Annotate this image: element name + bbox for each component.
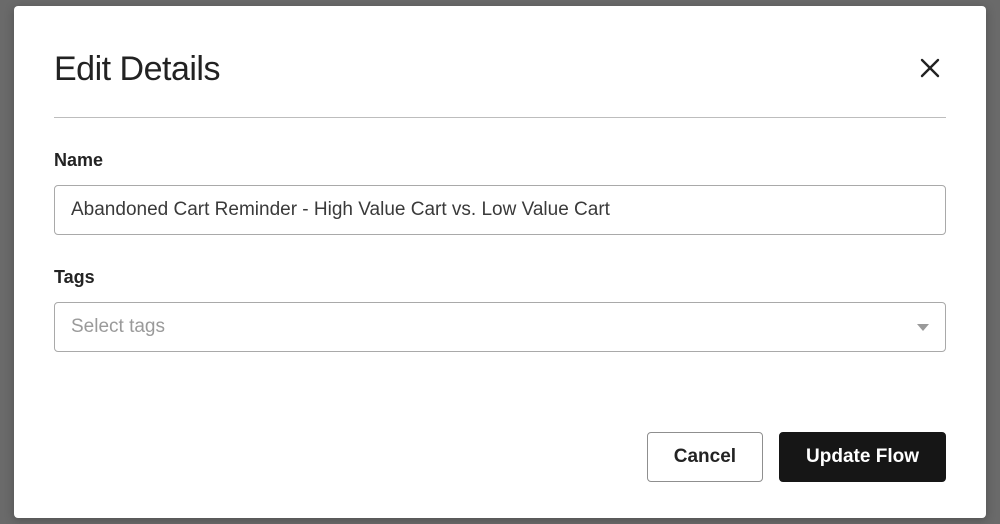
name-input[interactable]	[54, 185, 946, 235]
update-flow-button[interactable]: Update Flow	[779, 432, 946, 482]
name-field-group: Name	[54, 150, 946, 235]
tags-select[interactable]: Select tags	[54, 302, 946, 352]
name-label: Name	[54, 150, 946, 171]
close-button[interactable]	[914, 52, 946, 87]
tags-field-group: Tags Select tags	[54, 267, 946, 352]
modal-header: Edit Details	[54, 50, 946, 118]
edit-details-modal: Edit Details Name Tags Select tags	[14, 6, 986, 518]
modal-backdrop: Edit Details Name Tags Select tags	[0, 0, 1000, 524]
tags-label: Tags	[54, 267, 946, 288]
chevron-down-icon	[917, 324, 929, 331]
cancel-button[interactable]: Cancel	[647, 432, 763, 482]
modal-title: Edit Details	[54, 50, 220, 89]
close-icon	[918, 56, 942, 83]
modal-footer: Cancel Update Flow	[54, 402, 946, 482]
tags-placeholder: Select tags	[71, 316, 165, 338]
